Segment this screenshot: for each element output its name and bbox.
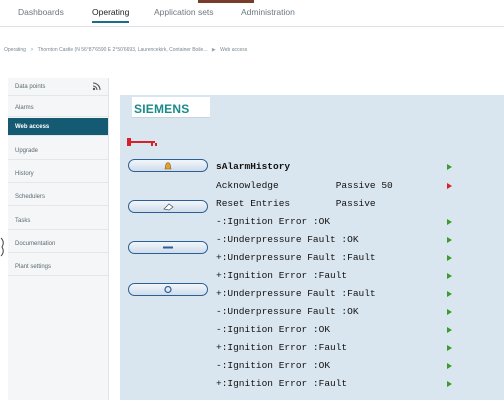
- collapse-button[interactable]: [128, 241, 208, 254]
- breadcrumb-separator: >: [30, 47, 34, 53]
- siemens-logo: SIEMENS: [134, 102, 190, 116]
- alarm-button[interactable]: [128, 159, 208, 172]
- arrow-right-icon[interactable]: [447, 363, 452, 369]
- arrow-right-icon[interactable]: [447, 327, 452, 333]
- alarm-entry-row: +:Ignition Error :Fault: [216, 270, 348, 281]
- alarm-entry-row: -:Ignition Error :OK: [216, 216, 331, 227]
- acknowledge-row: Acknowledge Passive 50: [216, 180, 393, 191]
- sidebar: Data points Alarms Web access Upgrade Hi…: [8, 78, 109, 400]
- eraser-icon: [163, 203, 174, 211]
- arrow-right-icon[interactable]: [447, 164, 452, 170]
- edge-marker-icon: [0, 237, 4, 257]
- web-access-panel: SIEMENS sAlarmHistory Acknowledge Passiv…: [120, 95, 504, 400]
- arrow-right-icon[interactable]: [447, 183, 452, 189]
- arrow-right-icon[interactable]: [447, 273, 452, 279]
- sidebar-item-label: Data points: [15, 84, 46, 90]
- sidebar-item-label: Documentation: [15, 241, 56, 247]
- refresh-icon: [164, 285, 172, 294]
- sidebar-item-alarms[interactable]: Alarms: [8, 99, 108, 117]
- key-icon: [127, 138, 157, 146]
- arrow-right-icon[interactable]: [447, 237, 452, 243]
- arrow-right-icon[interactable]: [447, 219, 452, 225]
- arrow-right-icon[interactable]: [447, 255, 452, 261]
- tab-operating[interactable]: Operating: [92, 7, 130, 23]
- arrow-right-icon[interactable]: [447, 381, 452, 387]
- alarm-entry-row: -:Underpressure Fault :OK: [216, 306, 359, 317]
- breadcrumb: Operating > Thornton Castle (N 56°87'659…: [4, 47, 484, 53]
- sidebar-item-label: Plant settings: [15, 264, 52, 270]
- arrow-right-icon[interactable]: [447, 345, 452, 351]
- alarm-entry-row: +:Underpressure Fault :Fault: [216, 252, 376, 263]
- reset-entries-row: Reset Entries Passive: [216, 198, 376, 209]
- sidebar-item-label: Upgrade: [15, 148, 39, 154]
- rss-icon[interactable]: [92, 81, 102, 91]
- top-accent-bar: [198, 0, 254, 3]
- breadcrumb-separator: ▶: [211, 47, 216, 53]
- sidebar-item-data-points[interactable]: Data points: [8, 78, 108, 96]
- breadcrumb-root[interactable]: Operating: [4, 47, 26, 53]
- alarm-entry-row: +:Underpressure Fault :Fault: [216, 288, 376, 299]
- breadcrumb-current: Web access: [220, 47, 248, 53]
- breadcrumb-site[interactable]: Thornton Castle (N 56°87'6590 E 2°50'669…: [38, 47, 208, 53]
- arrow-right-icon[interactable]: [447, 309, 452, 315]
- alarm-entry-row: -:Underpressure Fault :OK: [216, 234, 359, 245]
- minus-icon: [163, 246, 173, 249]
- sidebar-item-plant-settings[interactable]: Plant settings: [8, 258, 108, 276]
- alarm-entry-row: +:Ignition Error :Fault: [216, 378, 348, 389]
- top-navigation: Dashboards Operating Application sets Ad…: [0, 0, 504, 27]
- sidebar-item-label: Schedulers: [15, 194, 46, 200]
- alarm-entry-row: +:Ignition Error :Fault: [216, 342, 348, 353]
- refresh-button[interactable]: [128, 283, 208, 296]
- arrow-right-icon[interactable]: [447, 291, 452, 297]
- tab-dashboards[interactable]: Dashboards: [18, 7, 64, 17]
- sidebar-item-label: Alarms: [15, 105, 34, 111]
- alarm-entry-row: -:Ignition Error :OK: [216, 324, 331, 335]
- sidebar-item-label: Tasks: [15, 218, 31, 224]
- brand-tab: SIEMENS: [132, 97, 210, 118]
- sidebar-item-tasks[interactable]: Tasks: [8, 212, 108, 230]
- bell-icon: [164, 162, 172, 170]
- tab-application-sets[interactable]: Application sets: [154, 7, 214, 17]
- erase-button[interactable]: [128, 200, 208, 213]
- sidebar-item-label: Web access: [15, 124, 50, 130]
- sidebar-item-documentation[interactable]: Documentation: [8, 235, 108, 253]
- tab-administration[interactable]: Administration: [241, 7, 295, 17]
- alarm-history-title: sAlarmHistory: [216, 161, 291, 172]
- sidebar-item-upgrade[interactable]: Upgrade: [8, 142, 108, 160]
- sidebar-item-schedulers[interactable]: Schedulers: [8, 188, 108, 206]
- sidebar-item-history[interactable]: History: [8, 165, 108, 183]
- alarm-entry-row: -:Ignition Error :OK: [216, 360, 331, 371]
- sidebar-item-label: History: [15, 171, 34, 177]
- sidebar-item-web-access[interactable]: Web access: [8, 118, 108, 136]
